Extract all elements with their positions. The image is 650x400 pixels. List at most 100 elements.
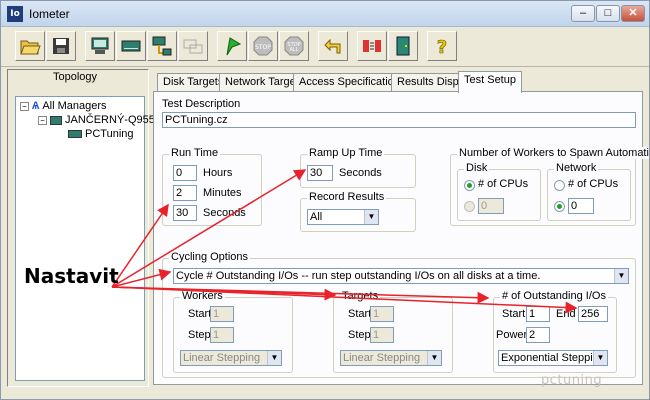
workers-step-input[interactable]: 1 [210, 327, 234, 343]
workers-stepping-select[interactable]: Linear Stepping ▼ [180, 350, 282, 366]
disconnect-button[interactable] [357, 31, 387, 61]
targets-step-input[interactable]: 1 [370, 327, 394, 343]
ramp-up-group: Ramp Up Time 30 Seconds [300, 147, 416, 188]
window-title: Iometer [29, 7, 70, 21]
run-time-group: Run Time 0 Hours 2 Minutes 30 Seconds [162, 147, 262, 226]
run-time-legend: Run Time [169, 147, 221, 159]
question-mark-icon: ? [436, 37, 447, 57]
cycling-mode-select[interactable]: Cycle # Outstanding I/Os -- run step out… [173, 268, 629, 284]
start-tests-button[interactable] [217, 31, 247, 61]
test-description-label: Test Description [162, 98, 241, 110]
record-results-legend: Record Results [307, 191, 387, 203]
workers-step-label: Step [188, 329, 211, 341]
minutes-input[interactable]: 2 [173, 185, 197, 201]
record-results-select[interactable]: All ▼ [307, 209, 379, 225]
tree-item-label: All Managers [42, 100, 107, 112]
watermark: pctuning [541, 373, 603, 388]
tree-item-label: PCTuning [85, 128, 134, 140]
tree-item-label: JANČERNÝ-Q955 [65, 114, 155, 126]
outstanding-stepping-select[interactable]: Exponential Stepping ▼ [498, 350, 608, 366]
targets-cycle-group: Targets Start 1 Step 1 Linear Stepping ▼ [333, 290, 453, 373]
outstanding-end-input[interactable]: 256 [578, 306, 608, 322]
disk-spawn-legend: Disk [464, 162, 490, 174]
managers-icon: Ѧ [32, 100, 40, 112]
exit-button[interactable] [388, 31, 418, 61]
hours-label: Hours [203, 167, 233, 179]
targets-stepping-select[interactable]: Linear Stepping ▼ [340, 350, 442, 366]
disk-count-radio[interactable] [464, 201, 475, 212]
targets-stepping-value: Linear Stepping [343, 352, 421, 364]
ramp-up-legend: Ramp Up Time [307, 147, 385, 159]
test-description-input[interactable]: PCTuning.cz [162, 112, 636, 128]
record-results-value: All [310, 211, 323, 223]
targets-start-input[interactable]: 1 [370, 306, 394, 322]
cycling-mode-value: Cycle # Outstanding I/Os -- run step out… [176, 270, 541, 282]
network-spawn-group: Network # of CPUs 0 [547, 162, 631, 221]
chevron-down-icon[interactable]: ▼ [614, 269, 628, 283]
disk-count-input[interactable]: 0 [478, 198, 504, 214]
duplicate-icon [183, 39, 203, 54]
stop-all-icon: STOPALL [284, 36, 304, 56]
disk-icon [68, 130, 82, 138]
network-spawn-legend: Network [554, 162, 599, 174]
cycling-options-legend: Cycling Options [169, 251, 251, 263]
topology-tree: − Ѧ All Managers − JANČERNÝ-Q955 PCTunin… [15, 96, 155, 381]
seconds-label: Seconds [203, 207, 246, 219]
chevron-down-icon[interactable]: ▼ [364, 210, 378, 224]
start-disk-worker-button[interactable] [116, 31, 146, 61]
help-button[interactable]: ? [427, 31, 457, 61]
seconds-input[interactable]: 30 [173, 205, 197, 221]
svg-text:?: ? [437, 37, 447, 57]
workers-spawn-group: Number of Workers to Spawn Automatically… [450, 147, 649, 226]
stop-all-button[interactable]: STOP ALL [279, 31, 309, 61]
outstanding-start-input[interactable]: 1 [526, 306, 550, 322]
workers-spawn-legend: Number of Workers to Spawn Automatically [457, 147, 649, 159]
disk-cpus-label: # of CPUs [478, 178, 529, 190]
record-results-group: Record Results All ▼ [300, 191, 416, 232]
tab-test-setup[interactable]: Test Setup [458, 71, 522, 93]
duplicate-worker-button[interactable] [178, 31, 208, 61]
tree-item-all-managers[interactable]: − Ѧ All Managers [20, 100, 107, 112]
outstanding-ios-legend: # of Outstanding I/Os [500, 290, 608, 302]
ramp-up-input[interactable]: 30 [307, 165, 333, 181]
chevron-down-icon[interactable]: ▼ [593, 351, 607, 365]
network-count-radio[interactable] [554, 201, 565, 212]
open-config-button[interactable] [15, 31, 45, 61]
title-bar: Io Iometer – □ ✕ [1, 1, 649, 27]
outstanding-ios-group: # of Outstanding I/Os Start 1 End 256 Po… [493, 290, 617, 373]
test-setup-page: Test Description PCTuning.cz Run Time 0 … [153, 91, 649, 385]
iometer-window: Io Iometer – □ ✕ STOP STOP ALL ? Topolog… [0, 0, 650, 400]
workers-start-input[interactable]: 1 [210, 306, 234, 322]
outstanding-power-input[interactable]: 2 [526, 327, 550, 343]
minimize-button[interactable]: – [571, 5, 595, 22]
network-cpus-label: # of CPUs [568, 178, 619, 190]
workers-cycle-legend: Workers [180, 290, 225, 302]
collapse-icon[interactable]: − [38, 115, 47, 125]
close-button[interactable]: ✕ [621, 5, 645, 22]
workers-stepping-value: Linear Stepping [183, 352, 261, 364]
chevron-down-icon[interactable]: ▼ [267, 351, 281, 365]
chevron-down-icon[interactable]: ▼ [427, 351, 441, 365]
tree-item-worker[interactable]: PCTuning [68, 128, 134, 140]
stop-test-button[interactable]: STOP [248, 31, 278, 61]
save-config-button[interactable] [46, 31, 76, 61]
tree-item-manager[interactable]: − JANČERNÝ-Q955 [38, 114, 155, 126]
collapse-icon[interactable]: − [20, 101, 29, 111]
disconnect-icon [363, 40, 381, 52]
ramp-up-unit: Seconds [339, 167, 382, 179]
hours-input[interactable]: 0 [173, 165, 197, 181]
network-worker-icon [152, 36, 172, 56]
network-cpus-radio[interactable] [554, 180, 565, 191]
disk-worker-icon [121, 40, 141, 52]
disk-cpus-radio[interactable] [464, 180, 475, 191]
exit-door-icon [396, 36, 410, 56]
network-count-input[interactable]: 0 [568, 198, 594, 214]
toolbar: STOP STOP ALL ? [1, 27, 649, 67]
minutes-label: Minutes [203, 187, 242, 199]
reset-workers-button[interactable] [318, 31, 348, 61]
maximize-button[interactable]: □ [596, 5, 620, 22]
start-network-worker-button[interactable] [147, 31, 177, 61]
start-manager-button[interactable] [85, 31, 115, 61]
outstanding-stepping-value: Exponential Stepping [501, 352, 605, 364]
svg-text:STOP: STOP [255, 44, 271, 51]
